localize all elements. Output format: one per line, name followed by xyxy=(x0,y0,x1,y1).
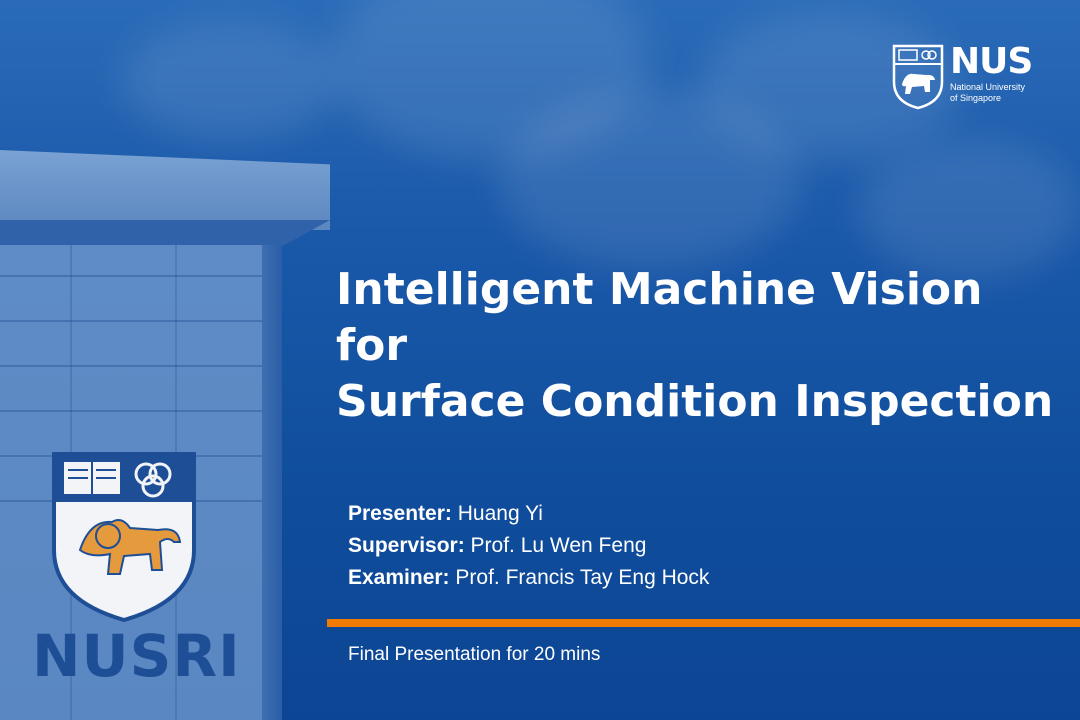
examiner-name: Prof. Francis Tay Eng Hock xyxy=(455,566,710,589)
credits-list: Presenter: Huang Yi Supervisor: Prof. Lu… xyxy=(348,498,709,594)
cloud xyxy=(500,90,800,270)
building-roof xyxy=(0,150,330,230)
nus-logo-subtitle-2: of Singapore xyxy=(950,93,1002,103)
building-sign-text: NUSRI xyxy=(32,622,241,690)
slide: NUSRI NUS National University of Singapo… xyxy=(0,0,1080,720)
examiner-row: Examiner: Prof. Francis Tay Eng Hock xyxy=(348,562,709,594)
presenter-label: Presenter: xyxy=(348,502,452,525)
title-line-1: Intelligent Machine Vision for xyxy=(336,264,983,371)
supervisor-name: Prof. Lu Wen Feng xyxy=(470,534,647,557)
cloud xyxy=(860,140,1080,280)
nus-logo-wordmark: NUS xyxy=(950,41,1033,82)
examiner-label: Examiner: xyxy=(348,566,450,589)
building-side xyxy=(262,245,282,720)
footer-text: Final Presentation for 20 mins xyxy=(348,644,601,665)
accent-bar xyxy=(327,619,1080,627)
nus-logo-crest-icon xyxy=(892,44,944,110)
nus-logo: NUS National University of Singapore xyxy=(892,41,1033,110)
building-photo: NUSRI xyxy=(0,150,330,720)
slide-title: Intelligent Machine Vision for Surface C… xyxy=(336,262,1066,430)
supervisor-label: Supervisor: xyxy=(348,534,465,557)
cloud xyxy=(120,20,340,140)
presenter-row: Presenter: Huang Yi xyxy=(348,498,709,530)
nus-crest-icon xyxy=(52,452,196,622)
title-line-2: Surface Condition Inspection xyxy=(336,376,1054,427)
supervisor-row: Supervisor: Prof. Lu Wen Feng xyxy=(348,530,709,562)
presenter-name: Huang Yi xyxy=(457,502,543,525)
nus-logo-subtitle-1: National University xyxy=(950,82,1026,92)
